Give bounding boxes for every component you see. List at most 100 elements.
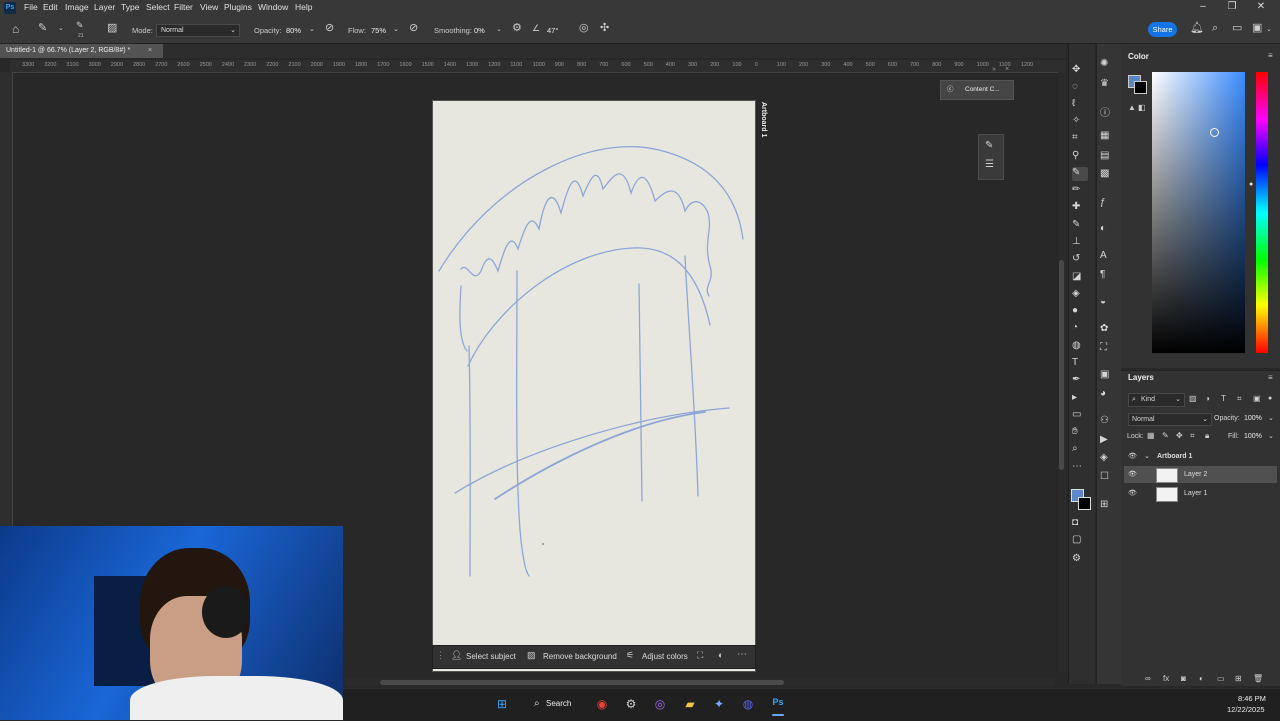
delete-layer-icon[interactable]: 🗑︎ bbox=[1253, 675, 1263, 683]
layer-opacity-value[interactable]: 100% bbox=[1244, 415, 1262, 422]
history-brush-icon[interactable]: ↺ bbox=[1072, 253, 1088, 267]
artboard-row[interactable]: 👁︎ ⌄ Artboard 1 bbox=[1124, 448, 1277, 465]
comments-icon[interactable]: ☐ bbox=[1100, 471, 1116, 485]
panel-menu-icon[interactable]: ≡ bbox=[1268, 52, 1273, 60]
swatches-icon[interactable]: ▩ bbox=[1100, 168, 1116, 182]
chrome-icon[interactable]: ◉ bbox=[594, 697, 610, 711]
move-tool-icon[interactable]: ✥ bbox=[1072, 64, 1088, 78]
menu-layer[interactable]: Layer bbox=[94, 2, 115, 12]
color-field[interactable] bbox=[1152, 72, 1245, 353]
lock-pixels-icon[interactable]: ✎ bbox=[1162, 432, 1169, 440]
dodge-tool-icon[interactable]: ◔ bbox=[1072, 322, 1088, 336]
sponge-tool-icon[interactable]: ◍ bbox=[1072, 340, 1088, 354]
file-explorer-icon[interactable]: ▰ bbox=[682, 697, 698, 711]
filter-pixel-icon[interactable]: ▨ bbox=[1189, 395, 1197, 403]
menu-edit[interactable]: Edit bbox=[43, 2, 58, 12]
menu-select[interactable]: Select bbox=[146, 2, 170, 12]
close-icon[interactable]: ✕ bbox=[1251, 1, 1271, 12]
libraries-icon[interactable]: ♛ bbox=[1100, 78, 1116, 92]
hue-slider[interactable] bbox=[1256, 72, 1268, 353]
color-picker-handle[interactable] bbox=[1210, 128, 1219, 137]
hue-slider-marker[interactable]: ● bbox=[1249, 181, 1253, 188]
kind-filter[interactable]: ⌕ Kind ⌄ bbox=[1128, 393, 1185, 407]
eye-icon[interactable]: 👁︎ bbox=[1128, 485, 1137, 502]
hand-tool-icon[interactable]: ✋︎ bbox=[1072, 426, 1088, 440]
angle-value[interactable]: 47° bbox=[547, 26, 558, 35]
menu-view[interactable]: View bbox=[200, 2, 218, 12]
paragraph-icon[interactable]: ¶ bbox=[1100, 269, 1116, 283]
lock-transparency-icon[interactable]: ▦ bbox=[1147, 432, 1155, 440]
healing-brush-icon[interactable]: ✚ bbox=[1072, 201, 1088, 215]
navigator-icon[interactable]: ▣ bbox=[1100, 369, 1116, 383]
chevron-down-icon[interactable]: ⌄ bbox=[393, 26, 399, 33]
crop-tool-icon[interactable]: ⌗ bbox=[1072, 132, 1088, 146]
channels-icon[interactable]: ◈ bbox=[1100, 452, 1116, 466]
history-icon[interactable]: ◕ bbox=[1100, 388, 1116, 402]
marquee-tool-icon[interactable]: ◌ bbox=[1072, 81, 1088, 95]
menu-filter[interactable]: Filter bbox=[174, 2, 193, 12]
rectangle-tool-icon[interactable]: ▭ bbox=[1072, 409, 1088, 423]
content-credentials-panel[interactable]: ⓒ Content C... bbox=[940, 80, 1014, 100]
menu-plugins[interactable]: Plugins bbox=[224, 2, 252, 12]
filter-toggle-icon[interactable]: ● bbox=[1268, 395, 1272, 402]
filter-shape-icon[interactable]: ⌗ bbox=[1237, 395, 1242, 403]
mask-icon[interactable]: ◐ bbox=[718, 651, 723, 660]
panel-menu-icon[interactable]: ≡ bbox=[1268, 374, 1273, 382]
blur-tool-icon[interactable]: ● bbox=[1072, 305, 1088, 319]
adjust-colors-button[interactable]: Adjust colors bbox=[642, 652, 688, 661]
filter-type-icon[interactable]: T bbox=[1221, 395, 1226, 403]
chevron-down-icon[interactable]: ⌄ bbox=[496, 26, 502, 33]
lasso-tool-icon[interactable]: ℓ bbox=[1072, 98, 1088, 112]
path-select-icon[interactable]: ▸ bbox=[1072, 392, 1088, 406]
flow-value[interactable]: 75% bbox=[371, 26, 386, 35]
menu-image[interactable]: Image bbox=[65, 2, 89, 12]
brush-tool-icon[interactable]: ✎ bbox=[38, 23, 47, 34]
bell-icon[interactable]: 🔔︎ bbox=[1190, 23, 1204, 34]
background-color-swatch[interactable] bbox=[1078, 497, 1091, 510]
eyedropper-icon[interactable]: ⚲ bbox=[1072, 150, 1088, 164]
share-button[interactable]: Share bbox=[1148, 22, 1177, 37]
pencil-tool-icon[interactable]: ✏ bbox=[1072, 184, 1088, 198]
clock-date[interactable]: 12/22/2025 bbox=[1227, 705, 1265, 714]
zoom-tool-icon[interactable]: ⌕ bbox=[1072, 443, 1088, 457]
fx-icon[interactable]: ƒ bbox=[1100, 197, 1116, 211]
artboard-canvas[interactable] bbox=[432, 100, 756, 672]
shapes-icon[interactable]: ✿ bbox=[1100, 323, 1116, 337]
menu-window[interactable]: Window bbox=[258, 2, 288, 12]
sliders-icon[interactable]: ☰ bbox=[985, 160, 994, 170]
brush-tool-icon[interactable]: ✎ bbox=[1072, 167, 1088, 181]
blend-mode-select[interactable]: Normal ⌄ bbox=[1128, 413, 1212, 426]
artboard-label[interactable]: Artboard 1 bbox=[755, 102, 767, 162]
minimize-icon[interactable]: – bbox=[1193, 1, 1213, 12]
filter-adjust-icon[interactable]: ◑ bbox=[1205, 395, 1210, 403]
new-layer-icon[interactable]: ⊞ bbox=[1235, 675, 1242, 683]
brushes-icon[interactable]: ◒ bbox=[1100, 296, 1116, 310]
brush-settings-icon[interactable]: ▨ bbox=[107, 23, 117, 34]
smoothing-value[interactable]: 0% bbox=[474, 26, 485, 35]
clock-time[interactable]: 8:46 PM bbox=[1238, 694, 1266, 703]
type-tool-icon[interactable]: T bbox=[1072, 357, 1088, 371]
symmetry-icon[interactable]: ✣ bbox=[600, 23, 609, 34]
layer-row-selected[interactable]: 👁︎ Layer 2 bbox=[1124, 466, 1277, 483]
character-icon[interactable]: A bbox=[1100, 250, 1116, 264]
actions-icon[interactable]: ⚇ bbox=[1100, 415, 1116, 429]
gear-icon[interactable]: ⚙ bbox=[512, 23, 522, 34]
app-icon[interactable]: ✦ bbox=[711, 697, 727, 711]
adjustment-layer-icon[interactable]: ◐ bbox=[1199, 675, 1204, 683]
app-icon[interactable]: ◎ bbox=[652, 697, 668, 711]
eraser-tool-icon[interactable]: ◪ bbox=[1072, 271, 1088, 285]
close-icon[interactable]: × bbox=[1005, 66, 1009, 73]
plugins-icon[interactable]: ⊞ bbox=[1100, 499, 1116, 513]
search-icon[interactable]: ⌕ bbox=[1212, 23, 1218, 34]
more-options-icon[interactable]: ⋯ bbox=[737, 650, 747, 660]
chevron-down-icon[interactable]: ⌄ bbox=[1266, 26, 1272, 33]
horizontal-scroll-thumb[interactable] bbox=[380, 680, 784, 685]
eye-icon[interactable]: 👁︎ bbox=[1128, 448, 1137, 465]
chevron-down-icon[interactable]: ⌄ bbox=[309, 26, 315, 33]
adjustments-icon[interactable]: ◐ bbox=[1100, 223, 1116, 237]
layer-row[interactable]: 👁︎ Layer 1 bbox=[1124, 485, 1277, 502]
mask-icon[interactable]: ◙ bbox=[1181, 675, 1186, 683]
photoshop-taskbar-icon[interactable]: Ps bbox=[770, 697, 786, 711]
remove-background-button[interactable]: Remove background bbox=[543, 652, 617, 661]
layers-panel-title[interactable]: Layers bbox=[1128, 373, 1154, 382]
